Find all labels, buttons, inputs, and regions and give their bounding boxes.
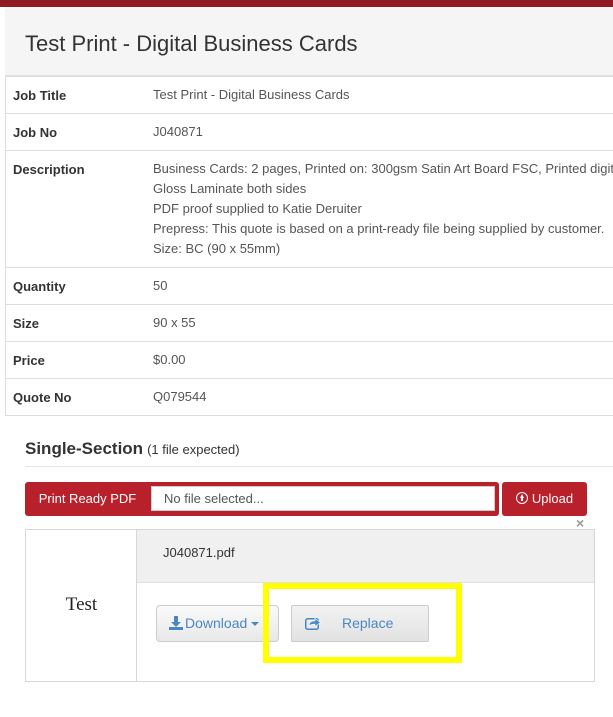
description-line: Prepress: This quote is based on a print… <box>153 221 605 236</box>
upload-button-label: Upload <box>531 491 574 506</box>
row-job-title: Job Title Test Print - Digital Business … <box>5 76 613 113</box>
row-size: Size 90 x 55 <box>5 304 613 341</box>
section-note: (1 file expected) <box>147 442 240 457</box>
download-icon <box>169 616 183 630</box>
section-heading: Single-Section (1 file expected) <box>25 439 240 459</box>
description-value: Business Cards: 2 pages, Printed on: 300… <box>153 159 613 259</box>
download-button[interactable]: Download <box>156 605 279 642</box>
size-label: Size <box>13 316 40 331</box>
job-no-label: Job No <box>13 125 58 140</box>
row-job-no: Job No J040871 <box>5 113 613 150</box>
job-no-value: J040871 <box>153 124 203 139</box>
job-title-label: Job Title <box>13 88 67 103</box>
file-name: J040871.pdf <box>163 545 235 560</box>
quote-no-label: Quote No <box>13 390 72 405</box>
description-label: Description <box>13 162 85 177</box>
row-quantity: Quantity 50 <box>5 267 613 304</box>
row-price: Price $0.00 <box>5 341 613 378</box>
thumbnail-text: Test <box>65 594 98 615</box>
description-line: Size: BC (90 x 55mm) <box>153 241 281 256</box>
upload-button[interactable]: Upload <box>502 482 587 516</box>
replace-button-label: Replace <box>342 615 394 631</box>
print-ready-pdf-label[interactable]: Print Ready PDF <box>25 482 150 516</box>
job-title-value: Test Print - Digital Business Cards <box>153 87 350 102</box>
upload-icon <box>515 492 528 504</box>
page-header: Test Print - Digital Business Cards <box>5 7 613 76</box>
price-label: Price <box>13 353 45 368</box>
quantity-label: Quantity <box>13 279 66 294</box>
section-title: Single-Section <box>25 439 144 458</box>
price-value: $0.00 <box>153 352 186 367</box>
description-line: Business Cards: 2 pages, Printed on: 300… <box>153 161 613 176</box>
file-select-input[interactable]: No file selected... <box>151 486 495 511</box>
replace-button[interactable]: Replace <box>291 605 429 642</box>
file-header: J040871.pdf <box>137 530 594 583</box>
quantity-value: 50 <box>153 278 168 293</box>
row-quote-no: Quote No Q079544 <box>5 378 613 416</box>
top-accent-bar <box>0 0 613 7</box>
chevron-down-icon <box>251 622 260 626</box>
file-upload-group: Print Ready PDF No file selected... <box>25 482 499 516</box>
quote-no-value: Q079544 <box>153 389 207 404</box>
description-line: PDF proof supplied to Katie Deruiter <box>153 201 362 216</box>
description-line: Gloss Laminate both sides <box>153 181 307 196</box>
page-title: Test Print - Digital Business Cards <box>25 31 358 56</box>
download-button-label: Download <box>185 615 248 631</box>
size-value: 90 x 55 <box>153 315 196 330</box>
section-divider <box>25 466 613 467</box>
row-description: Description Business Cards: 2 pages, Pri… <box>5 150 613 267</box>
file-thumbnail[interactable]: Test <box>26 530 137 681</box>
share-icon <box>305 617 321 630</box>
